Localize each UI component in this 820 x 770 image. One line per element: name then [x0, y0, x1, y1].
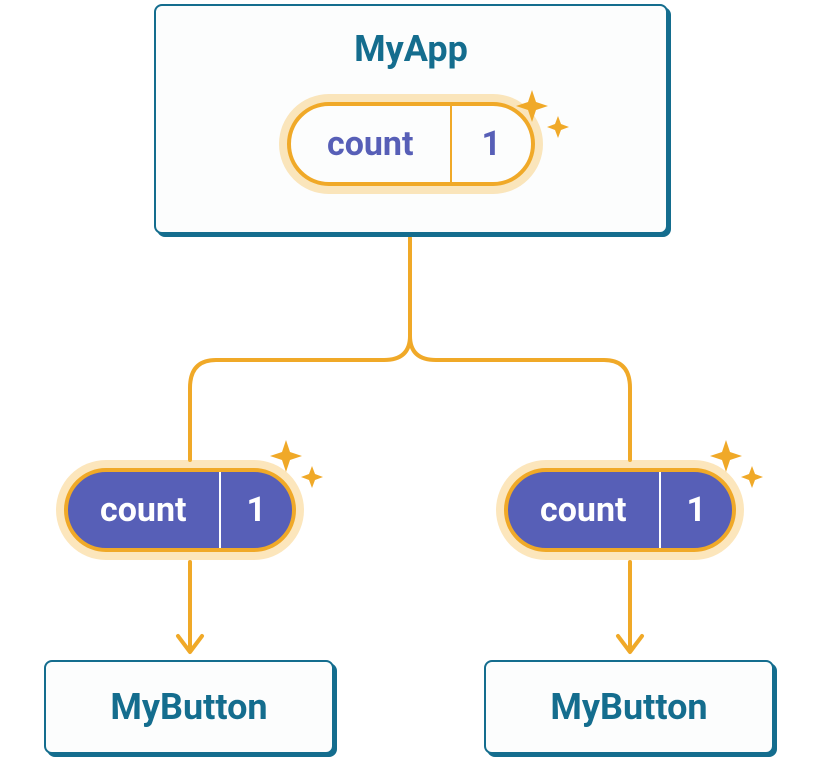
prop-pill-left-value: 1 — [221, 472, 293, 548]
child-component-title-right: MyButton — [550, 686, 707, 728]
state-pill: count 1 — [287, 102, 535, 186]
prop-pill-right-wrap: count 1 — [496, 460, 744, 560]
parent-component-title: MyApp — [354, 28, 468, 70]
parent-component-box: MyApp count 1 — [154, 4, 668, 234]
prop-pill-left-wrap: count 1 — [56, 460, 304, 560]
prop-pill-right: count 1 — [504, 468, 736, 552]
prop-pill-left: count 1 — [64, 468, 296, 552]
state-pill-label: count — [291, 106, 452, 182]
child-component-box-right: MyButton — [484, 660, 774, 754]
child-component-box-left: MyButton — [44, 660, 334, 754]
prop-pill-left-label: count — [68, 472, 221, 548]
state-pill-glow: count 1 — [279, 94, 543, 194]
diagram-root: MyApp count 1 count 1 — [0, 0, 820, 770]
prop-pill-right-value: 1 — [661, 472, 733, 548]
state-pill-value: 1 — [452, 106, 532, 182]
prop-pill-right-label: count — [508, 472, 661, 548]
child-component-title-left: MyButton — [110, 686, 267, 728]
